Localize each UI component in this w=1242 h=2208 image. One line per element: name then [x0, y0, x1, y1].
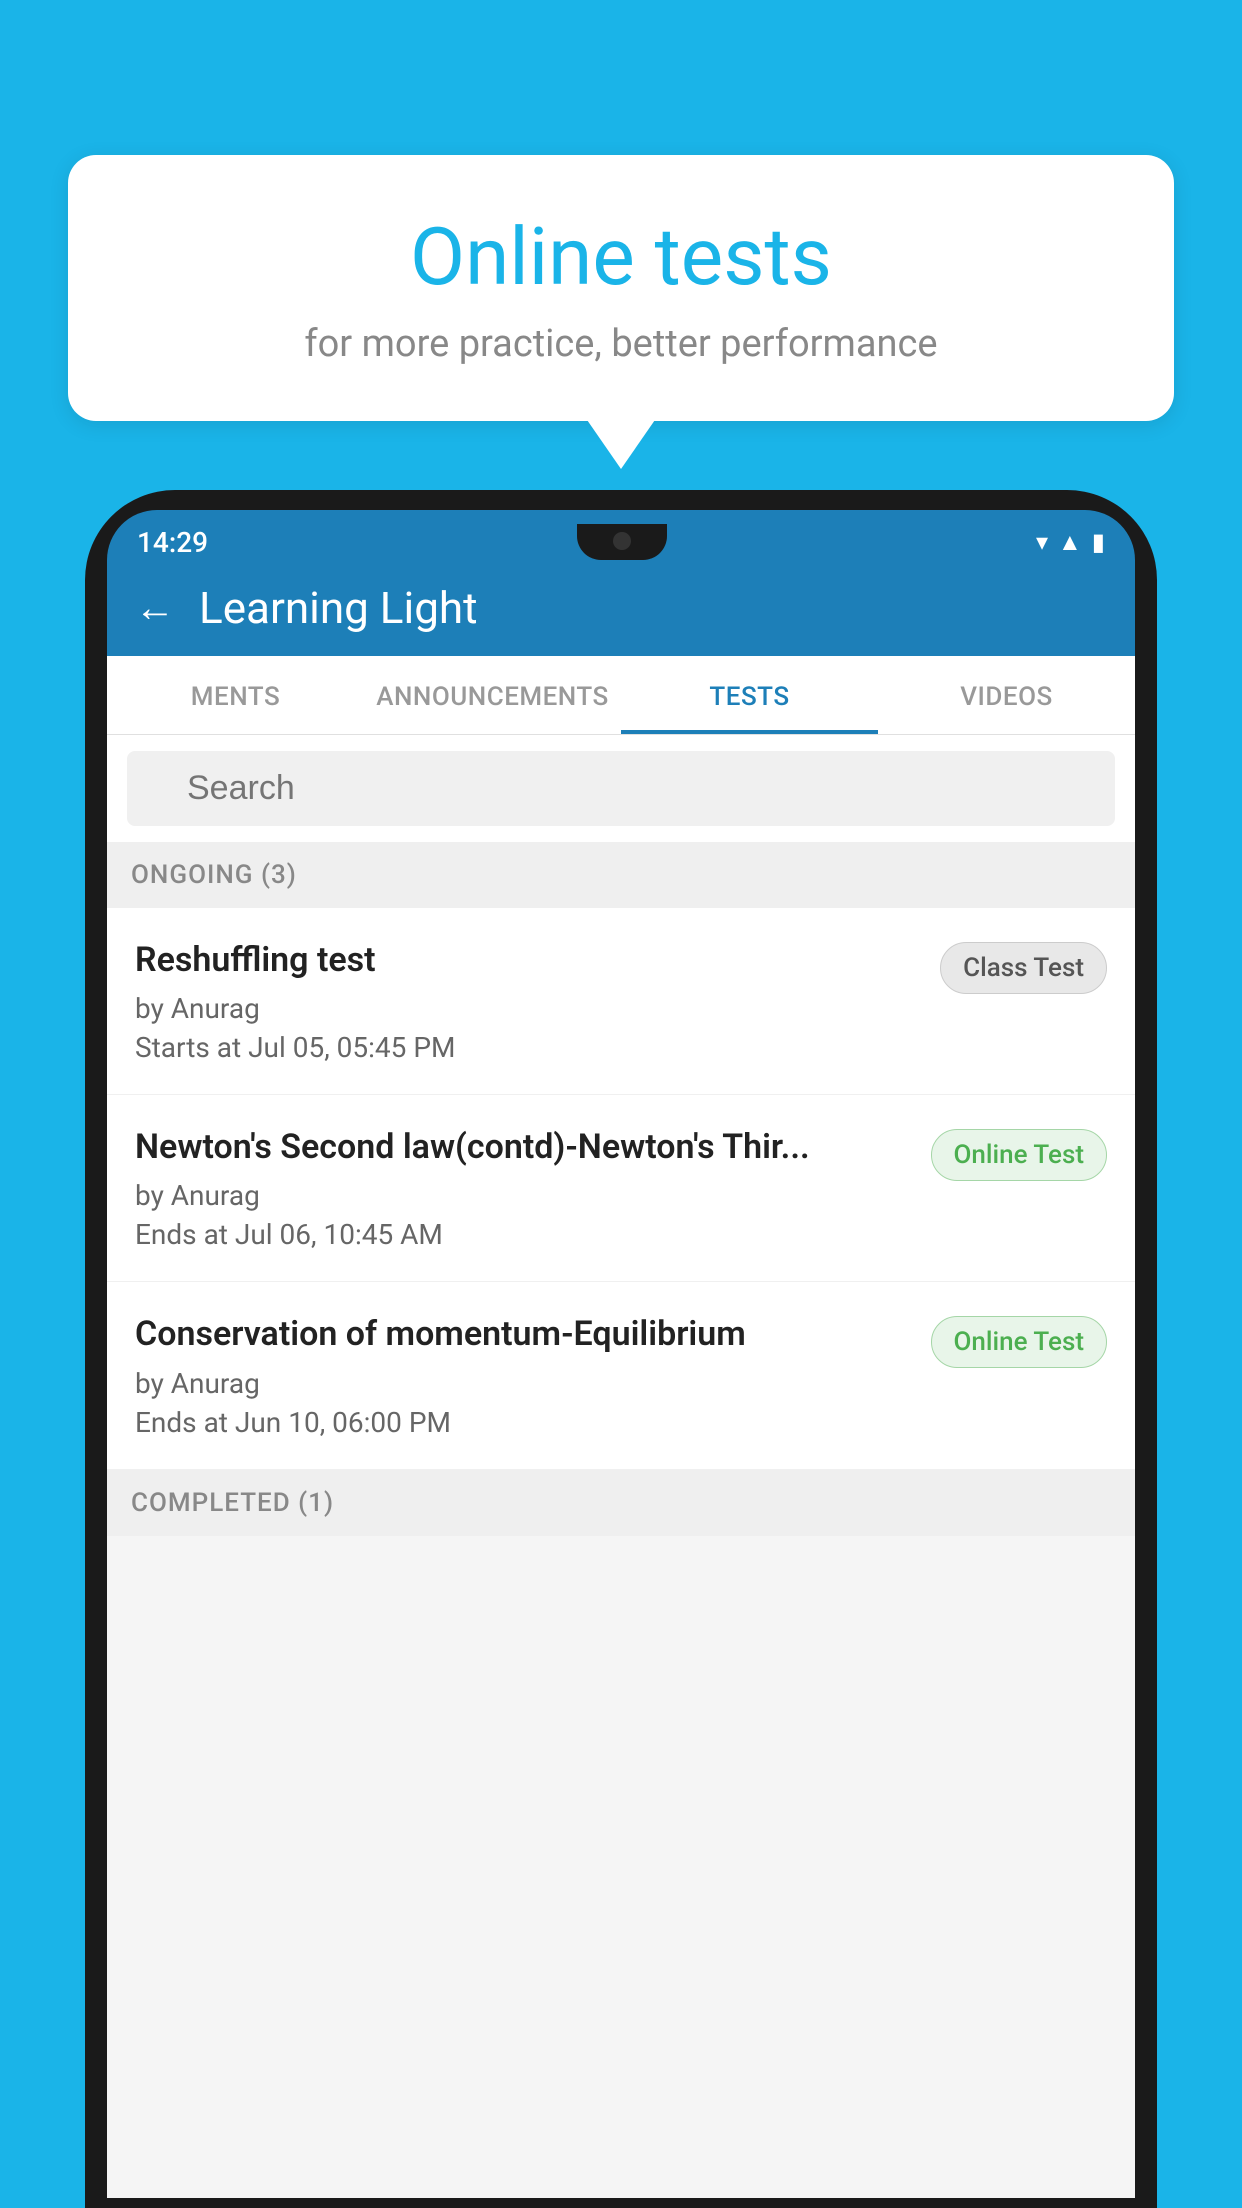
test-item[interactable]: Newton's Second law(contd)-Newton's Thir…: [107, 1095, 1135, 1282]
status-icons: ▾ ▲ ▮: [1036, 528, 1105, 557]
test-item[interactable]: Reshuffling test by Anurag Starts at Jul…: [107, 908, 1135, 1095]
test-item[interactable]: Conservation of momentum-Equilibrium by …: [107, 1282, 1135, 1469]
test-info: Reshuffling test by Anurag Starts at Jul…: [135, 938, 940, 1064]
status-bar: 14:29 ▾ ▲ ▮: [107, 510, 1135, 560]
test-info: Newton's Second law(contd)-Newton's Thir…: [135, 1125, 931, 1251]
completed-section-header: COMPLETED (1): [107, 1470, 1135, 1536]
test-time: Ends at Jul 06, 10:45 AM: [135, 1218, 915, 1251]
test-time: Ends at Jun 10, 06:00 PM: [135, 1406, 915, 1439]
tab-announcements[interactable]: ANNOUNCEMENTS: [364, 656, 621, 734]
tab-ments[interactable]: MENTS: [107, 656, 364, 734]
bubble-title: Online tests: [128, 210, 1114, 304]
phone-screen: ← Learning Light MENTS ANNOUNCEMENTS TES…: [107, 560, 1135, 2198]
search-wrapper: 🔍: [127, 751, 1115, 826]
app-title: Learning Light: [199, 582, 478, 634]
wifi-icon: ▾: [1036, 528, 1048, 556]
tab-tests[interactable]: TESTS: [621, 656, 878, 734]
phone-frame: 14:29 ▾ ▲ ▮ ← Learning Light MENTS ANNOU…: [85, 490, 1157, 2208]
bubble-subtitle: for more practice, better performance: [128, 322, 1114, 366]
test-time: Starts at Jul 05, 05:45 PM: [135, 1031, 924, 1064]
search-input[interactable]: [127, 751, 1115, 826]
search-container: 🔍: [107, 735, 1135, 842]
tabs-bar: MENTS ANNOUNCEMENTS TESTS VIDEOS: [107, 656, 1135, 735]
test-badge: Online Test: [931, 1129, 1108, 1181]
test-badge: Online Test: [931, 1316, 1108, 1368]
app-header: ← Learning Light: [107, 560, 1135, 656]
phone-notch: [577, 524, 667, 560]
test-name: Conservation of momentum-Equilibrium: [135, 1312, 915, 1356]
tab-videos[interactable]: VIDEOS: [878, 656, 1135, 734]
promo-bubble: Online tests for more practice, better p…: [68, 155, 1174, 421]
ongoing-section-header: ONGOING (3): [107, 842, 1135, 908]
battery-icon: ▮: [1092, 528, 1105, 556]
test-author: by Anurag: [135, 1367, 915, 1400]
test-author: by Anurag: [135, 992, 924, 1025]
back-button[interactable]: ←: [135, 588, 175, 628]
signal-icon: ▲: [1058, 528, 1082, 557]
test-name: Newton's Second law(contd)-Newton's Thir…: [135, 1125, 915, 1169]
test-info: Conservation of momentum-Equilibrium by …: [135, 1312, 931, 1438]
test-author: by Anurag: [135, 1179, 915, 1212]
test-name: Reshuffling test: [135, 938, 924, 982]
test-badge: Class Test: [940, 942, 1107, 994]
phone-time: 14:29: [137, 526, 208, 559]
